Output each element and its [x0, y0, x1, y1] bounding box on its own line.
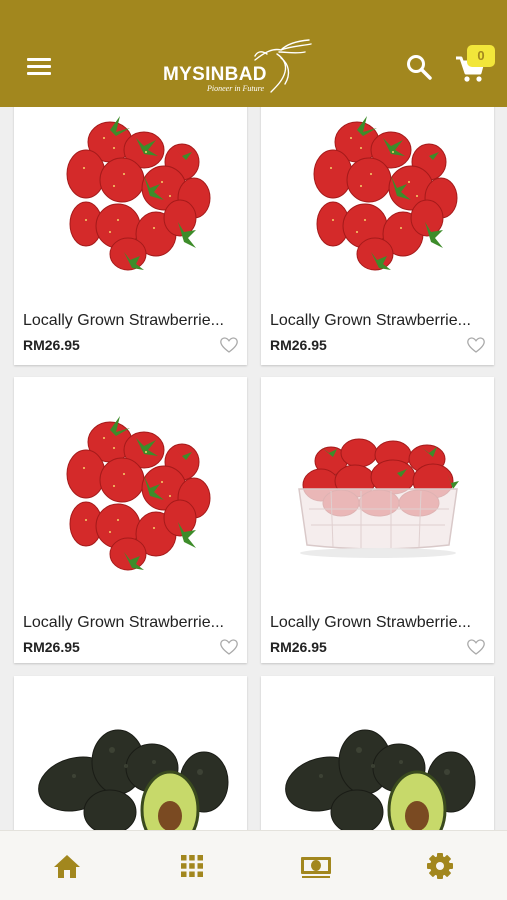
heart-icon[interactable] — [467, 639, 485, 655]
search-icon[interactable] — [404, 52, 434, 82]
heart-icon[interactable] — [220, 639, 238, 655]
settings-icon[interactable] — [425, 851, 455, 881]
cart-count-badge: 0 — [467, 45, 495, 67]
product-grid: Locally Grown Strawberrie... RM26.95 Loc… — [0, 107, 507, 830]
grid-icon[interactable] — [177, 851, 207, 881]
home-icon[interactable] — [52, 851, 82, 881]
brand-logo: MYSINBAD Pioneer in Future — [163, 38, 318, 98]
brand-name: MYSINBAD — [163, 64, 267, 85]
product-card[interactable] — [261, 676, 494, 830]
product-name: Locally Grown Strawberrie... — [23, 614, 224, 631]
product-price: RM26.95 — [23, 337, 80, 353]
product-card[interactable]: Locally Grown Strawberrie... RM26.95 — [261, 107, 494, 365]
product-name: Locally Grown Strawberrie... — [270, 312, 471, 329]
heart-icon[interactable] — [220, 337, 238, 353]
heart-icon[interactable] — [467, 337, 485, 353]
strawberry-image — [313, 116, 458, 271]
strawberry-punnet-image — [298, 438, 459, 558]
product-name: Locally Grown Strawberrie... — [270, 614, 471, 631]
product-card[interactable]: Locally Grown Strawberrie... RM26.95 — [14, 377, 247, 663]
product-card[interactable]: Locally Grown Strawberrie... RM26.95 — [261, 377, 494, 663]
strawberry-image — [66, 116, 211, 271]
app-bar: MYSINBAD Pioneer in Future 0 — [0, 0, 507, 107]
avocado-image — [38, 729, 229, 830]
avocado-image — [285, 729, 476, 830]
product-name: Locally Grown Strawberrie... — [23, 312, 224, 329]
strawberry-image — [66, 416, 211, 571]
brand-tagline: Pioneer in Future — [207, 84, 265, 93]
product-card[interactable]: Locally Grown Strawberrie... RM26.95 — [14, 107, 247, 365]
bottom-nav — [0, 830, 507, 900]
product-price: RM26.95 — [270, 337, 327, 353]
product-price: RM26.95 — [270, 639, 327, 655]
hamburger-menu-icon[interactable] — [24, 52, 54, 82]
product-card[interactable] — [14, 676, 247, 830]
product-price: RM26.95 — [23, 639, 80, 655]
money-icon[interactable] — [300, 851, 332, 881]
